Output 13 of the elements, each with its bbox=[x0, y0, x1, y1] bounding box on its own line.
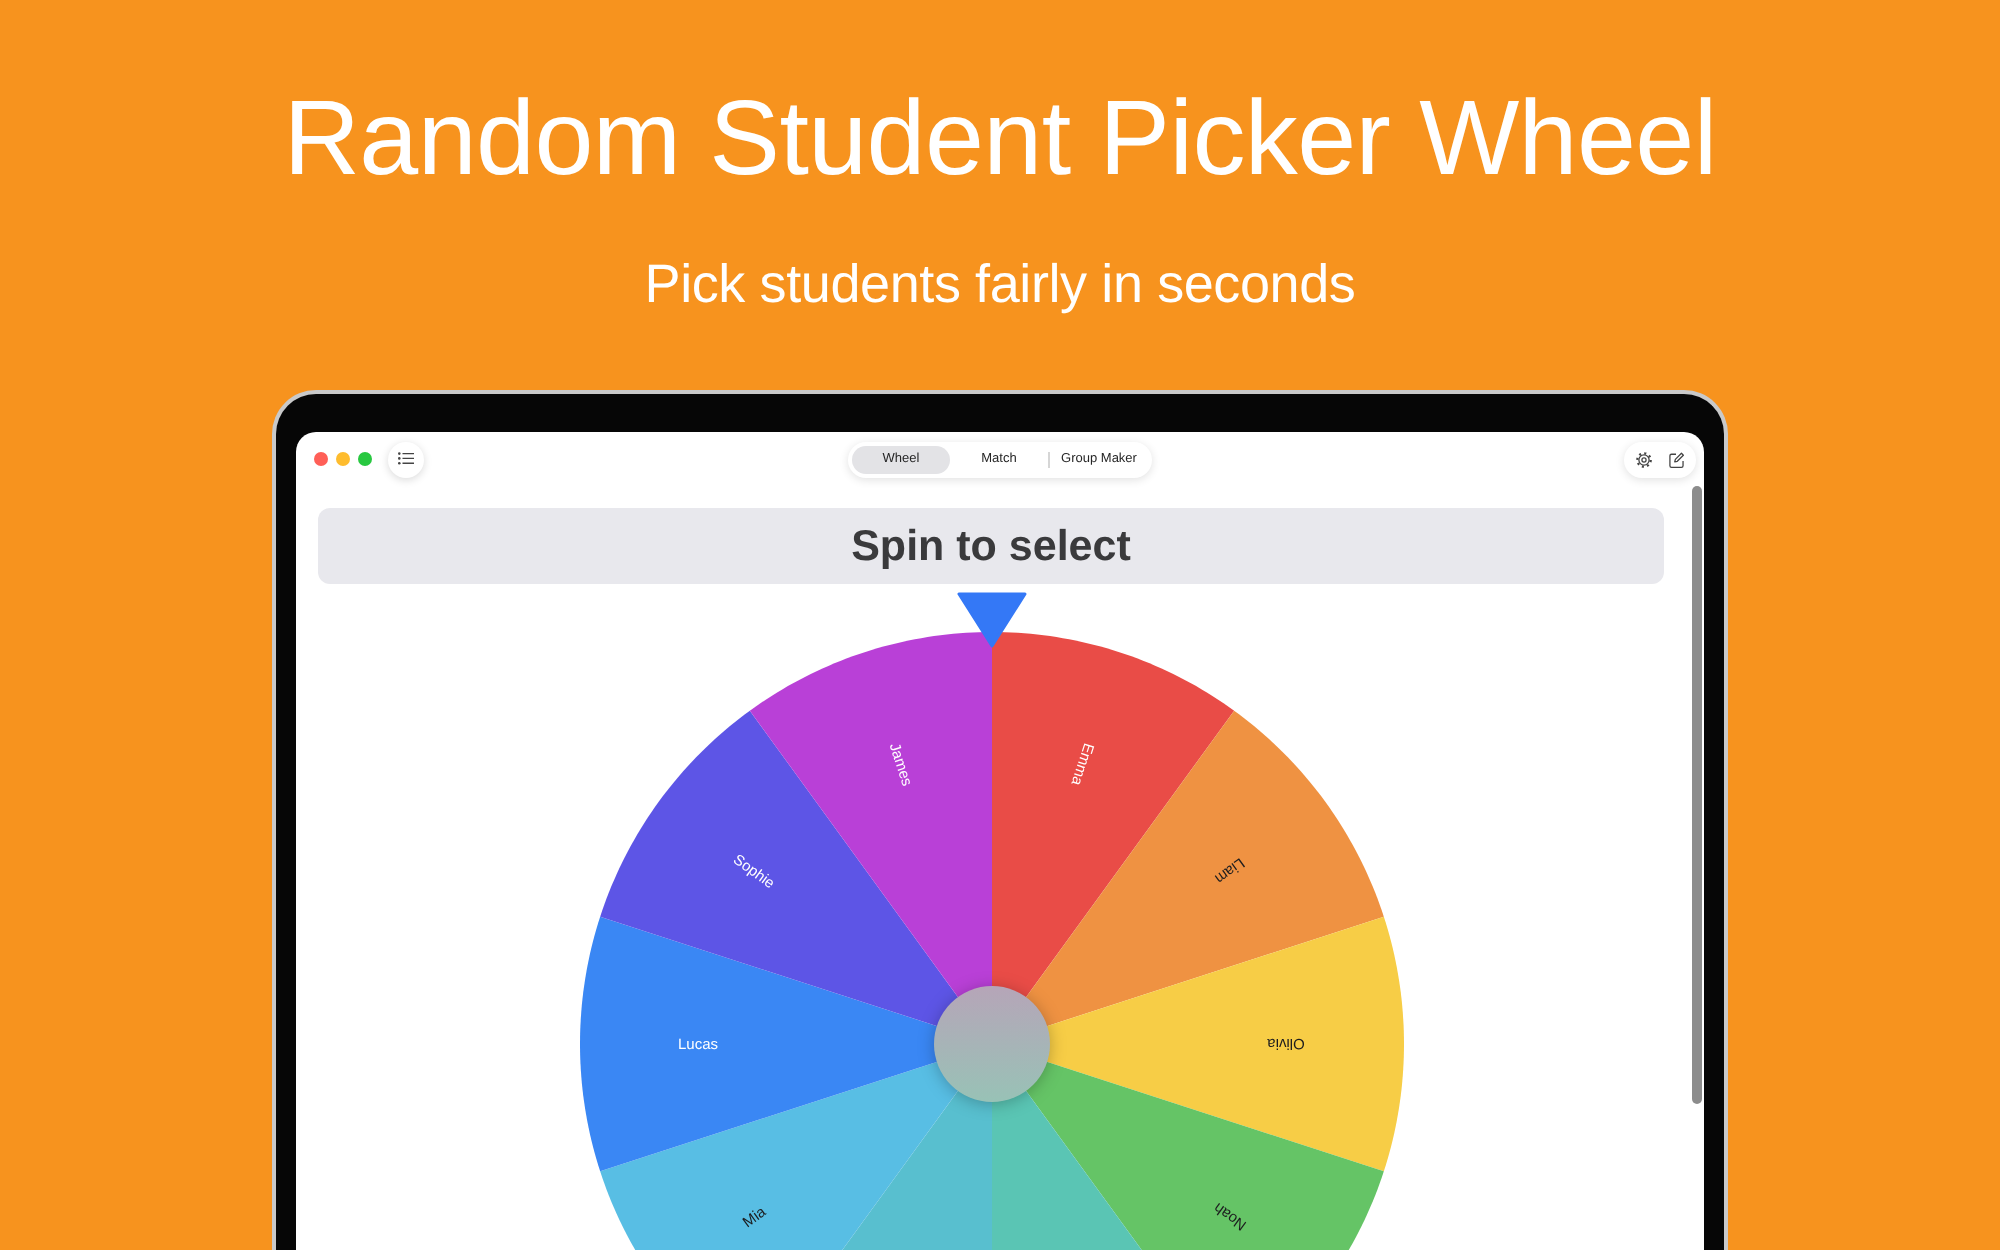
sidebar-button[interactable] bbox=[388, 441, 424, 477]
pointer-icon bbox=[956, 592, 1026, 648]
page-title: Random Student Picker Wheel bbox=[283, 80, 1717, 200]
list-icon bbox=[398, 452, 414, 466]
wheel-hub bbox=[933, 986, 1049, 1102]
compose-icon bbox=[1668, 451, 1684, 467]
page-subtitle: Pick students fairly in seconds bbox=[644, 252, 1356, 316]
settings-icon bbox=[1636, 451, 1652, 467]
close-button[interactable] bbox=[313, 452, 327, 466]
prompt-banner: Spin to select bbox=[318, 508, 1664, 584]
minimize-button[interactable] bbox=[335, 452, 349, 466]
zoom-button[interactable] bbox=[357, 452, 371, 466]
scrollbar[interactable] bbox=[1692, 486, 1702, 1104]
